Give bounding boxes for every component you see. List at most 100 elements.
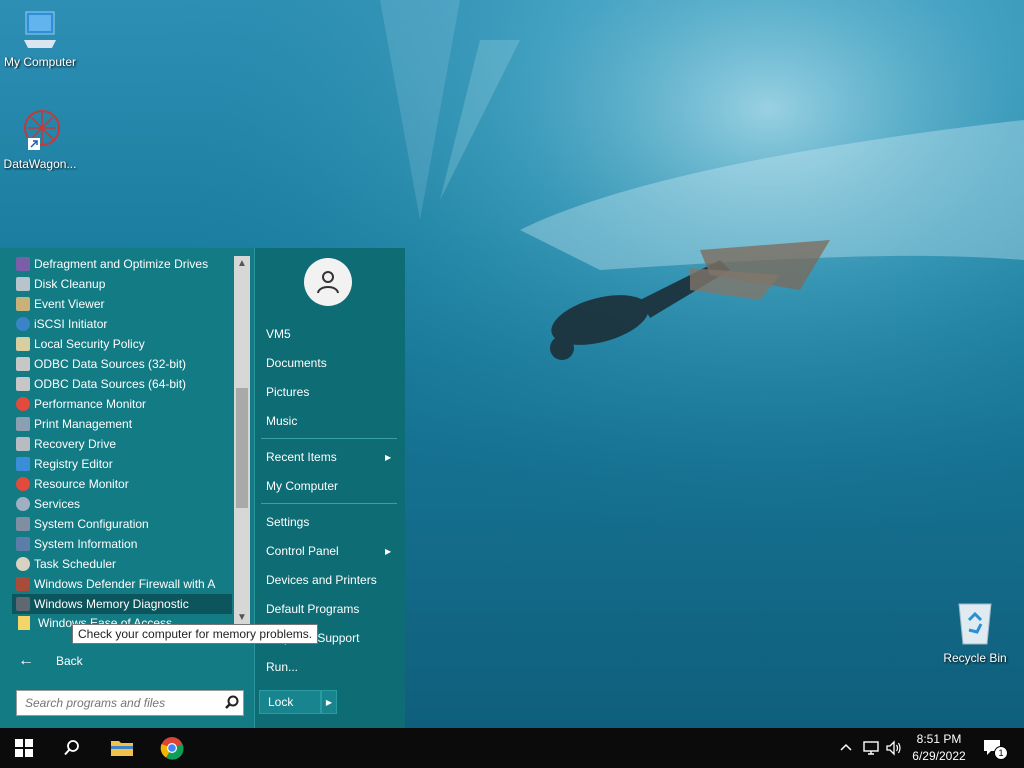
network-icon[interactable] [862, 728, 880, 768]
program-item[interactable]: Performance Monitor [12, 394, 232, 414]
desktop-icon-label: My Computer [3, 55, 77, 69]
config-icon [16, 517, 30, 531]
datawagon-icon [24, 110, 60, 150]
user-avatar[interactable] [304, 258, 352, 306]
gauge-icon [16, 477, 30, 491]
start-button[interactable] [0, 728, 48, 768]
recent-items-link[interactable]: Recent Items [266, 450, 337, 464]
program-label: Task Scheduler [34, 557, 117, 571]
datawagon-desktop-icon[interactable]: DataWagon... [0, 108, 80, 171]
defrag-icon [16, 257, 30, 271]
search-icon [64, 740, 79, 756]
default-programs-link[interactable]: Default Programs [266, 602, 359, 616]
devices-printers-link[interactable]: Devices and Printers [266, 573, 377, 587]
program-label: Registry Editor [34, 457, 113, 471]
search-input[interactable] [23, 695, 223, 711]
taskbar-clock[interactable]: 8:51 PM 6/29/2022 [906, 731, 972, 765]
action-center-button[interactable]: 1 [982, 728, 1008, 768]
program-item[interactable]: Local Security Policy [12, 334, 232, 354]
search-box[interactable] [16, 690, 244, 716]
program-item[interactable]: Disk Cleanup [12, 274, 232, 294]
divider [261, 503, 397, 504]
program-label: Print Management [34, 417, 133, 431]
program-item[interactable]: ODBC Data Sources (64-bit) [12, 374, 232, 394]
scroll-up-arrow-icon[interactable]: ▲ [234, 256, 250, 272]
my-computer-desktop-icon[interactable]: My Computer [0, 10, 80, 69]
show-hidden-icons-chevron-icon[interactable] [838, 728, 854, 768]
program-label: ODBC Data Sources (64-bit) [34, 377, 187, 391]
program-label: Event Viewer [34, 297, 105, 311]
documents-link[interactable]: Documents [266, 356, 327, 370]
program-item[interactable]: System Configuration [12, 514, 232, 534]
program-list: Defragment and Optimize Drives Disk Clea… [12, 254, 232, 614]
windows-logo-icon [15, 739, 33, 757]
desktop-icon-label: DataWagon... [3, 157, 77, 171]
folder-icon [18, 616, 30, 630]
recycle-bin-icon [958, 603, 992, 645]
program-item[interactable]: Services [12, 494, 232, 514]
my-computer-link[interactable]: My Computer [266, 479, 338, 493]
program-label: System Configuration [34, 517, 149, 531]
power-options-arrow-icon[interactable]: ▶ [321, 690, 337, 714]
clock-date: 6/29/2022 [912, 749, 966, 763]
clock-icon [16, 557, 30, 571]
program-item[interactable]: iSCSI Initiator [12, 314, 232, 334]
desktop-icon-label: Recycle Bin [943, 651, 1007, 665]
search-taskbar-button[interactable] [48, 728, 96, 768]
lock-button[interactable]: Lock [259, 690, 321, 714]
submenu-arrow-icon: ▶ [385, 453, 392, 462]
gears-icon [16, 497, 30, 511]
disk-cleanup-icon [16, 277, 30, 291]
back-label: Back [56, 654, 83, 668]
program-label: Recovery Drive [34, 437, 117, 451]
computer-icon [24, 11, 56, 48]
scrollbar-thumb[interactable] [236, 388, 248, 508]
program-label: Local Security Policy [34, 337, 145, 351]
event-viewer-icon [16, 297, 30, 311]
run-link[interactable]: Run... [266, 660, 298, 674]
start-menu-left-pane: Defragment and Optimize Drives Disk Clea… [0, 248, 319, 728]
program-item[interactable]: ODBC Data Sources (32-bit) [12, 354, 232, 374]
taskbar: 8:51 PM 6/29/2022 1 [0, 728, 1024, 768]
settings-link[interactable]: Settings [266, 515, 309, 529]
memory-icon [16, 597, 30, 611]
search-icon[interactable] [223, 694, 241, 712]
user-icon [317, 271, 339, 294]
folder-icon [111, 741, 133, 756]
recycle-bin-desktop-icon[interactable]: Recycle Bin [935, 600, 1015, 665]
program-item[interactable]: Print Management [12, 414, 232, 434]
chrome-icon [160, 737, 184, 760]
control-panel-link[interactable]: Control Panel [266, 544, 339, 558]
program-item[interactable]: Windows Defender Firewall with A [12, 574, 232, 594]
file-explorer-button[interactable] [98, 728, 146, 768]
info-icon [16, 537, 30, 551]
chrome-button[interactable] [148, 728, 196, 768]
start-menu-right-pane: VM5 Documents Pictures Music Recent Item… [254, 248, 405, 728]
program-item[interactable]: System Information [12, 534, 232, 554]
program-item[interactable]: Task Scheduler [12, 554, 232, 574]
music-link[interactable]: Music [266, 414, 297, 428]
program-item[interactable]: Registry Editor [12, 454, 232, 474]
program-item[interactable]: Defragment and Optimize Drives [12, 254, 232, 274]
odbc-icon [16, 377, 30, 391]
submenu-arrow-icon: ▶ [385, 547, 392, 556]
program-item[interactable]: Event Viewer [12, 294, 232, 314]
clock-time: 8:51 PM [916, 732, 962, 746]
program-label: Defragment and Optimize Drives [34, 257, 209, 271]
registry-icon [16, 457, 30, 471]
odbc-icon [16, 357, 30, 371]
volume-icon[interactable] [885, 728, 903, 768]
program-label: Performance Monitor [34, 397, 147, 411]
program-label: ODBC Data Sources (32-bit) [34, 357, 187, 371]
user-name-link[interactable]: VM5 [266, 327, 291, 341]
tooltip-overlay: Check your computer for memory problems. [72, 624, 319, 644]
pictures-link[interactable]: Pictures [266, 385, 309, 399]
program-item-selected[interactable]: Windows Memory Diagnostic [12, 594, 232, 614]
program-label: Disk Cleanup [34, 277, 106, 291]
printer-icon [16, 417, 30, 431]
start-menu: Defragment and Optimize Drives Disk Clea… [0, 248, 405, 728]
back-button[interactable]: ← Back [18, 652, 83, 670]
firewall-icon [16, 577, 30, 591]
program-item[interactable]: Resource Monitor [12, 474, 232, 494]
program-item[interactable]: Recovery Drive [12, 434, 232, 454]
